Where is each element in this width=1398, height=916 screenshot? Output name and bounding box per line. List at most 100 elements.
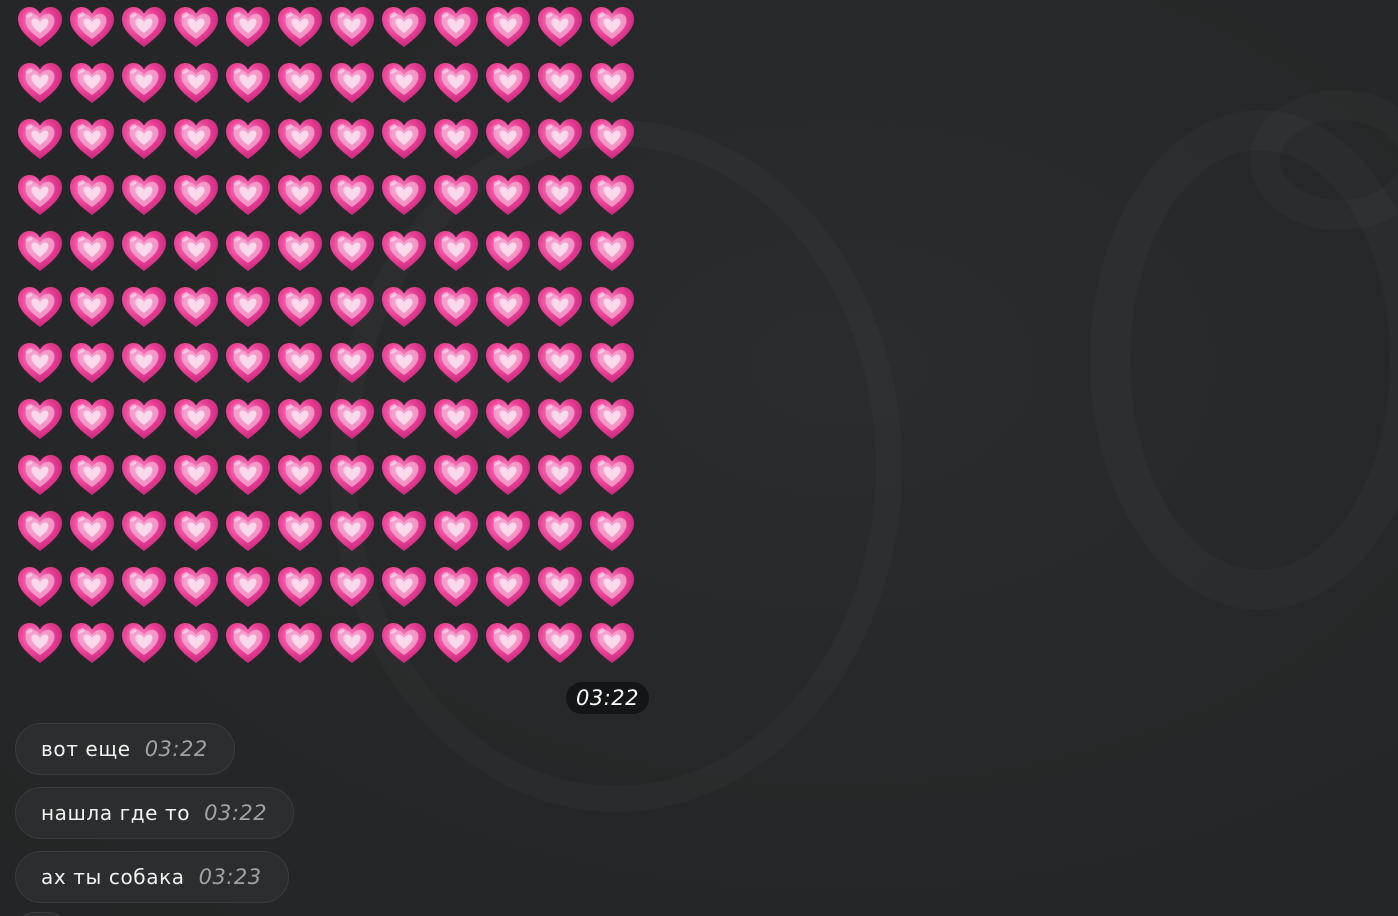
message-timestamp: 03:22 xyxy=(144,737,208,761)
heart-emoji-icon xyxy=(534,280,586,336)
heart-emoji-icon xyxy=(482,56,534,112)
heart-emoji-icon xyxy=(326,448,378,504)
heart-emoji-icon xyxy=(222,224,274,280)
heart-emoji-icon xyxy=(222,336,274,392)
heart-emoji-icon xyxy=(14,112,66,168)
heart-emoji-icon xyxy=(482,112,534,168)
heart-emoji-icon xyxy=(274,168,326,224)
heart-emoji-icon xyxy=(66,56,118,112)
heart-emoji-icon xyxy=(430,224,482,280)
heart-emoji-icon xyxy=(326,56,378,112)
heart-emoji-icon xyxy=(118,0,170,56)
wallpaper-pattern xyxy=(1250,90,1398,230)
heart-emoji-icon xyxy=(326,504,378,560)
message-text: нашла где то xyxy=(41,801,191,825)
heart-emoji-icon xyxy=(170,168,222,224)
heart-emoji-icon xyxy=(66,168,118,224)
heart-emoji-icon xyxy=(430,280,482,336)
heart-emoji-icon xyxy=(66,112,118,168)
heart-emoji-icon xyxy=(430,112,482,168)
heart-emoji-icon xyxy=(274,560,326,616)
heart-emoji-icon xyxy=(274,616,326,672)
heart-emoji-icon xyxy=(14,0,66,56)
heart-emoji-icon xyxy=(14,56,66,112)
heart-grid xyxy=(14,0,644,672)
heart-emoji-icon xyxy=(326,112,378,168)
heart-emoji-icon xyxy=(586,616,638,672)
heart-emoji-icon xyxy=(586,448,638,504)
heart-emoji-icon xyxy=(170,0,222,56)
heart-emoji-icon xyxy=(66,504,118,560)
heart-emoji-icon xyxy=(482,392,534,448)
heart-emoji-icon xyxy=(482,616,534,672)
heart-emoji-icon xyxy=(586,504,638,560)
heart-emoji-icon xyxy=(66,336,118,392)
message-timestamp: 03:22 xyxy=(566,682,650,714)
heart-emoji-icon xyxy=(378,280,430,336)
heart-emoji-icon xyxy=(586,560,638,616)
message-bubble[interactable]: вот еще 03:22 xyxy=(15,723,235,775)
heart-emoji-icon xyxy=(326,224,378,280)
heart-emoji-icon xyxy=(430,392,482,448)
heart-emoji-icon xyxy=(66,616,118,672)
heart-emoji-icon xyxy=(222,392,274,448)
heart-emoji-icon xyxy=(378,168,430,224)
heart-emoji-icon xyxy=(534,336,586,392)
heart-emoji-icon xyxy=(118,392,170,448)
message-timestamp: 03:23 xyxy=(198,865,262,889)
heart-emoji-icon xyxy=(326,392,378,448)
heart-emoji-icon xyxy=(14,616,66,672)
heart-emoji-icon xyxy=(66,448,118,504)
heart-emoji-icon xyxy=(170,560,222,616)
heart-emoji-icon xyxy=(482,0,534,56)
message-bubble-partial[interactable] xyxy=(15,912,68,916)
heart-emoji-icon xyxy=(14,168,66,224)
heart-emoji-icon xyxy=(326,560,378,616)
heart-emoji-icon xyxy=(14,224,66,280)
emoji-message[interactable] xyxy=(14,0,644,672)
heart-emoji-icon xyxy=(326,336,378,392)
heart-emoji-icon xyxy=(274,56,326,112)
heart-emoji-icon xyxy=(482,168,534,224)
heart-emoji-icon xyxy=(66,280,118,336)
heart-emoji-icon xyxy=(170,280,222,336)
message-bubble[interactable]: нашла где то 03:22 xyxy=(15,787,295,839)
message-text: вот еще xyxy=(41,737,131,761)
heart-emoji-icon xyxy=(222,280,274,336)
heart-emoji-icon xyxy=(326,280,378,336)
heart-emoji-icon xyxy=(222,56,274,112)
heart-emoji-icon xyxy=(430,0,482,56)
heart-emoji-icon xyxy=(170,56,222,112)
heart-emoji-icon xyxy=(534,168,586,224)
heart-emoji-icon xyxy=(118,336,170,392)
heart-emoji-icon xyxy=(378,392,430,448)
message-bubble[interactable]: ах ты собака 03:23 xyxy=(15,851,289,903)
message-text: ах ты собака xyxy=(41,865,185,889)
heart-emoji-icon xyxy=(430,504,482,560)
heart-emoji-icon xyxy=(274,504,326,560)
heart-emoji-icon xyxy=(222,112,274,168)
heart-emoji-icon xyxy=(586,168,638,224)
heart-emoji-icon xyxy=(222,448,274,504)
message-timestamp: 03:22 xyxy=(204,801,268,825)
heart-emoji-icon xyxy=(14,280,66,336)
heart-emoji-icon xyxy=(66,224,118,280)
heart-emoji-icon xyxy=(482,448,534,504)
heart-emoji-icon xyxy=(170,392,222,448)
heart-emoji-icon xyxy=(430,168,482,224)
heart-emoji-icon xyxy=(378,448,430,504)
heart-emoji-icon xyxy=(118,112,170,168)
heart-emoji-icon xyxy=(534,392,586,448)
heart-emoji-icon xyxy=(586,392,638,448)
heart-emoji-icon xyxy=(378,336,430,392)
heart-emoji-icon xyxy=(14,336,66,392)
heart-emoji-icon xyxy=(66,392,118,448)
heart-emoji-icon xyxy=(222,168,274,224)
heart-emoji-icon xyxy=(170,224,222,280)
heart-emoji-icon xyxy=(482,504,534,560)
heart-emoji-icon xyxy=(274,448,326,504)
heart-emoji-icon xyxy=(430,336,482,392)
heart-emoji-icon xyxy=(534,224,586,280)
heart-emoji-icon xyxy=(222,0,274,56)
heart-emoji-icon xyxy=(274,112,326,168)
